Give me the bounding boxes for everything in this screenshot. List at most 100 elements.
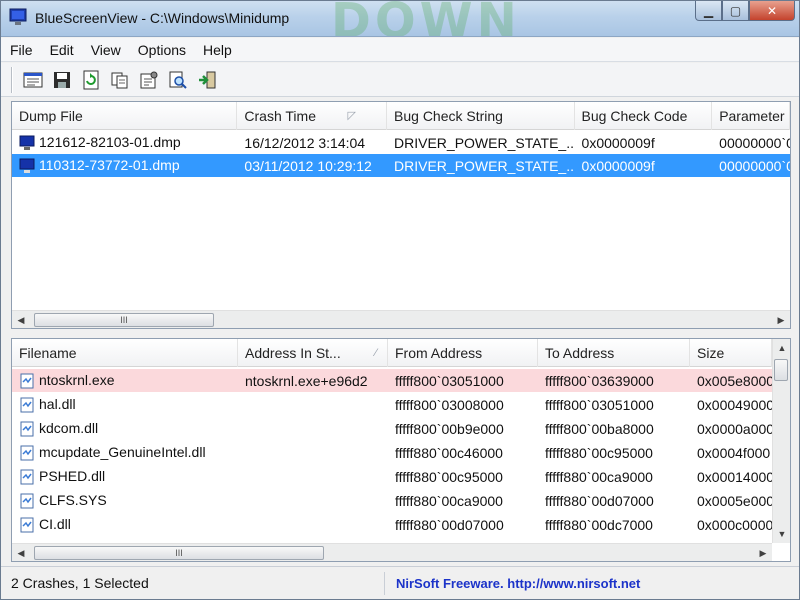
column-filename[interactable]: Filename <box>12 339 238 367</box>
menu-file[interactable]: File <box>1 42 41 58</box>
menu-view[interactable]: View <box>82 42 129 58</box>
bug-check-code-cell: 0x0000009f <box>581 134 655 151</box>
from-address-cell: fffff880`00d07000 <box>388 517 538 533</box>
address-in-stack-cell-text: ntoskrnl.exe+e96d2 <box>245 372 368 389</box>
driver-filename-cell: ntoskrnl.exe <box>12 372 238 389</box>
scroll-left-icon[interactable]: ◀ <box>12 311 30 328</box>
driver-list-vscroll-thumb[interactable] <box>774 359 788 381</box>
module-file-icon <box>20 493 34 509</box>
driver-list-vscrollbar[interactable]: ▲ ▼ <box>772 339 790 543</box>
driver-row[interactable]: CI.dll fffff880`00d07000 fffff880`00dc7000… <box>12 513 772 536</box>
column-size[interactable]: Size <box>690 339 772 367</box>
column-to-address[interactable]: To Address <box>538 339 690 367</box>
to-address-cell: fffff800`03051000 <box>538 397 690 413</box>
bug-check-code-cell: 0x0000009f <box>581 157 655 174</box>
to-address-cell-text: fffff880`00ca9000 <box>545 468 653 485</box>
find-button[interactable] <box>166 68 190 92</box>
to-address-cell: fffff880`00dc7000 <box>538 517 690 533</box>
crash-time-cell: 16/12/2012 3:14:04 <box>244 134 366 151</box>
driver-filename-cell: mcupdate_GenuineIntel.dll <box>12 444 238 461</box>
parameter-cell: 00000000`0 <box>719 157 790 174</box>
driver-list[interactable]: Filename Address In St... ⁄ From Address… <box>11 338 791 562</box>
refresh-button[interactable] <box>79 68 103 92</box>
crash-list-header: Dump File Crash Time ◸ Bug Check String … <box>12 102 790 130</box>
app-window: DOWN BlueScreenView - C:\Windows\Minidum… <box>0 0 800 600</box>
column-address-in-stack[interactable]: Address In St... ⁄ <box>238 339 388 367</box>
size-cell: 0x00014000 <box>690 469 772 485</box>
minimize-button[interactable]: ▁ <box>695 1 722 21</box>
driver-list-header: Filename Address In St... ⁄ From Address… <box>12 339 772 367</box>
to-address-cell: fffff800`03639000 <box>538 373 690 389</box>
to-address-cell-text: fffff800`03639000 <box>545 372 654 389</box>
column-dump-file[interactable]: Dump File <box>12 102 238 130</box>
bluescreen-app-icon <box>9 8 27 25</box>
driver-filename-cell: CLFS.SYS <box>12 492 238 509</box>
scroll-left-icon[interactable]: ◀ <box>12 544 30 561</box>
column-from-address[interactable]: From Address <box>388 339 538 367</box>
module-file-icon <box>20 445 34 461</box>
from-address-cell-text: fffff880`00c95000 <box>395 468 503 485</box>
column-parameter[interactable]: Parameter <box>712 102 790 130</box>
html-report-icon <box>23 72 43 87</box>
copy-button[interactable] <box>108 68 132 92</box>
crash-list-scroll-thumb[interactable]: III <box>34 313 214 327</box>
driver-row[interactable]: CLFS.SYS fffff880`00ca9000 fffff880`00d070… <box>12 489 772 512</box>
column-bug-check-string[interactable]: Bug Check String <box>387 102 575 130</box>
scroll-right-icon[interactable]: ▶ <box>772 311 790 328</box>
driver-list-hscrollbar[interactable]: ◀ III ▶ <box>12 543 772 561</box>
from-address-cell-text: fffff880`00ca9000 <box>395 492 503 509</box>
module-file-icon <box>20 373 34 389</box>
close-button[interactable]: ✕ <box>749 1 795 21</box>
toolbar-grip <box>11 66 13 93</box>
column-bug-check-code[interactable]: Bug Check Code <box>575 102 713 130</box>
dump-file-icon <box>19 158 35 174</box>
to-address-cell: fffff880`00ca9000 <box>538 469 690 485</box>
scroll-up-icon[interactable]: ▲ <box>773 339 790 357</box>
menu-edit[interactable]: Edit <box>41 42 82 58</box>
exit-button[interactable] <box>195 68 219 92</box>
module-file-icon <box>20 517 34 533</box>
size-cell: 0x0004f000 <box>690 445 772 461</box>
driver-filename-cell-text: kdcom.dll <box>39 419 99 436</box>
copy-icon <box>111 72 128 88</box>
toolbar <box>1 63 799 97</box>
crash-row-selected[interactable]: 110312-73772-01.dmp 03/11/2012 10:29:12 … <box>12 154 790 177</box>
pane-splitter[interactable] <box>1 330 799 337</box>
save-button[interactable] <box>50 68 74 92</box>
nirsoft-link[interactable]: NirSoft Freeware. http://www.nirsoft.net <box>396 572 640 595</box>
properties-button[interactable] <box>137 68 161 92</box>
scroll-right-icon[interactable]: ▶ <box>754 544 772 561</box>
from-address-cell-text: fffff800`03051000 <box>395 372 504 389</box>
window-controls: ▁ ▢ ✕ <box>695 1 795 23</box>
from-address-cell: fffff800`00b9e000 <box>388 421 538 437</box>
status-bar: 2 Crashes, 1 Selected NirSoft Freeware. … <box>1 566 799 599</box>
driver-filename-cell: hal.dll <box>12 396 238 413</box>
maximize-button[interactable]: ▢ <box>722 1 749 21</box>
size-cell-text: 0x0004f000 <box>697 444 771 461</box>
module-file-icon <box>20 397 34 413</box>
crash-list[interactable]: Dump File Crash Time ◸ Bug Check String … <box>11 101 791 329</box>
status-summary: 2 Crashes, 1 Selected <box>11 572 385 595</box>
driver-row[interactable]: kdcom.dll fffff800`00b9e000 fffff800`00ba8… <box>12 417 772 440</box>
from-address-cell-text: fffff880`00d07000 <box>395 516 504 533</box>
driver-row[interactable]: hal.dll fffff800`03008000 fffff800`0305100… <box>12 393 772 416</box>
driver-row[interactable]: mcupdate_GenuineIntel.dll fffff880`00c460… <box>12 441 772 464</box>
size-cell: 0x000c0000 <box>690 517 772 533</box>
parameter-cell: 00000000`0 <box>719 134 790 151</box>
crash-row[interactable]: 121612-82103-01.dmp 16/12/2012 3:14:04 D… <box>12 131 790 154</box>
menu-help[interactable]: Help <box>194 42 240 58</box>
title-bar[interactable]: DOWN BlueScreenView - C:\Windows\Minidum… <box>1 1 799 37</box>
driver-row[interactable]: PSHED.dll fffff880`00c95000 fffff880`00ca9… <box>12 465 772 488</box>
refresh-icon <box>83 70 99 89</box>
menu-options[interactable]: Options <box>129 42 194 58</box>
column-crash-time[interactable]: Crash Time ◸ <box>237 102 388 130</box>
driver-filename-cell-text: hal.dll <box>39 395 76 412</box>
driver-list-scroll-thumb[interactable]: III <box>34 546 324 560</box>
to-address-cell: fffff880`00d07000 <box>538 493 690 509</box>
crash-list-hscrollbar[interactable]: ◀ III ▶ <box>12 310 790 328</box>
module-file-icon <box>20 421 34 437</box>
html-report-button[interactable] <box>21 68 45 92</box>
scroll-down-icon[interactable]: ▼ <box>773 525 790 543</box>
driver-row[interactable]: ntoskrnl.exe ntoskrnl.exe+e96d2 fffff800`0… <box>12 369 772 392</box>
size-cell-text: 0x005e8000 <box>697 372 772 389</box>
